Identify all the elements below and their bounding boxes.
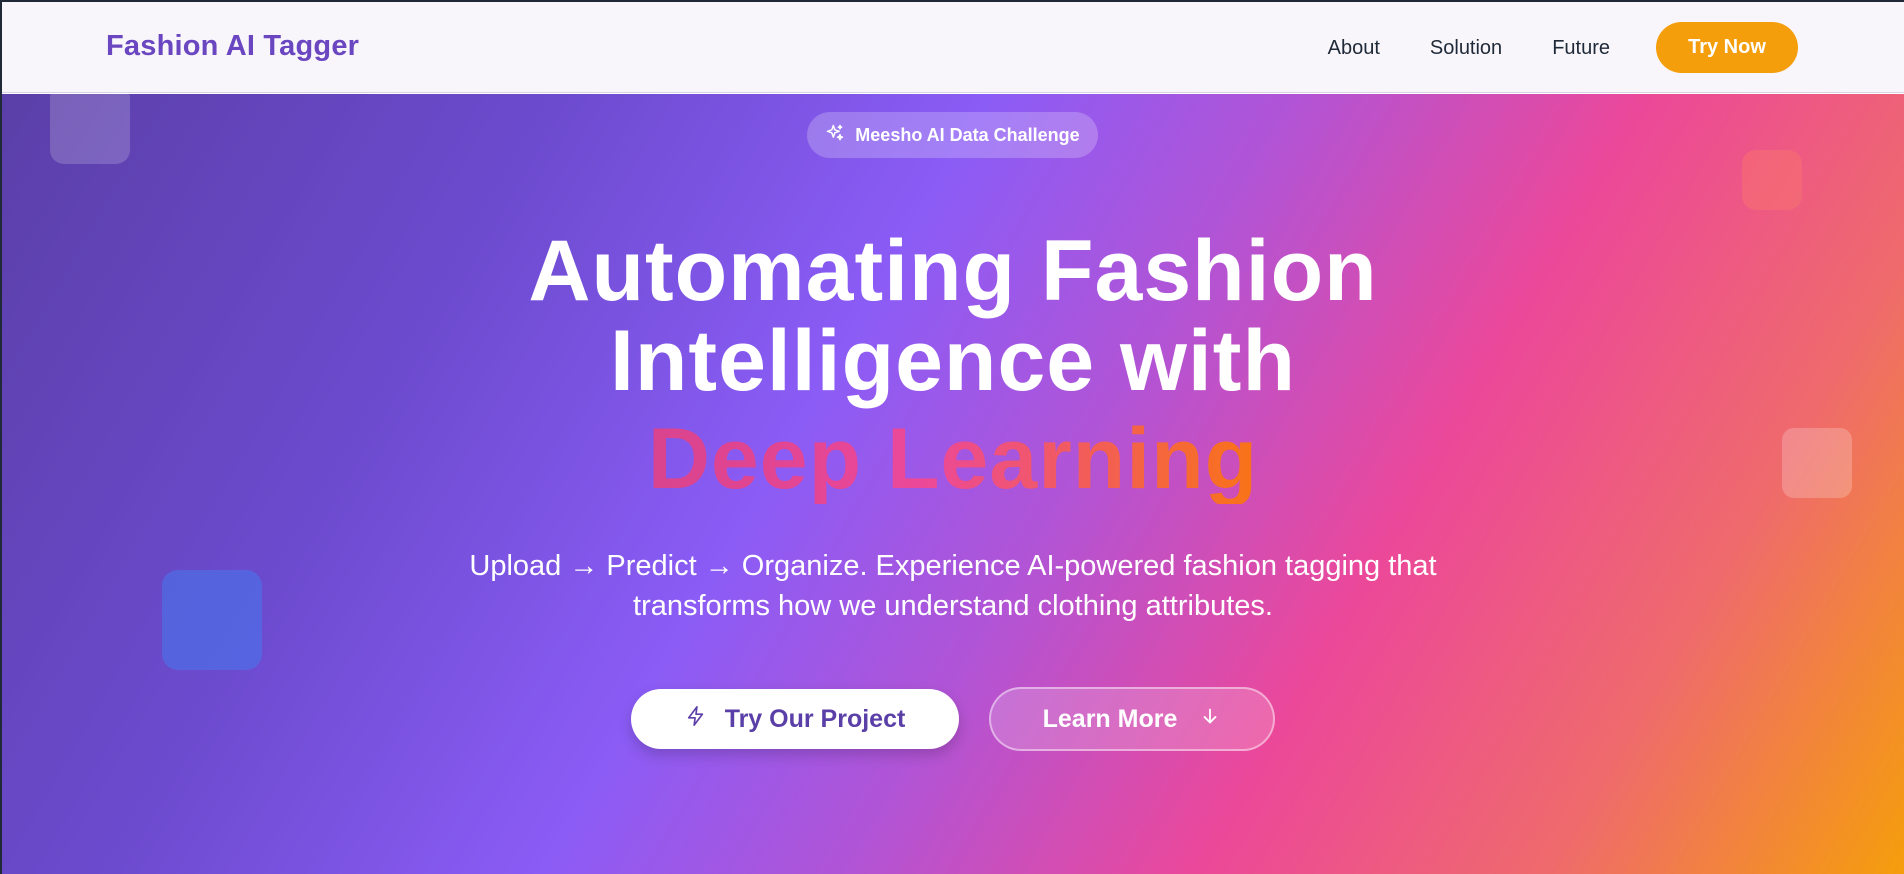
- headline-line-2: Intelligence with: [610, 313, 1296, 409]
- try-our-project-label: Try Our Project: [724, 704, 906, 733]
- nav-link-solution[interactable]: Solution: [1430, 23, 1502, 73]
- arrow-down-icon: [1199, 705, 1221, 734]
- browser-window: Fashion AI Tagger About Solution Future …: [0, 0, 1904, 874]
- badge-label: Meesho AI Data Challenge: [855, 124, 1080, 145]
- decorative-square: [1742, 150, 1802, 210]
- headline-line-1: Automating Fashion: [528, 223, 1378, 319]
- nav-links: About Solution Future Try Now: [1328, 22, 1798, 73]
- headline-highlight: Deep Learning: [647, 411, 1259, 507]
- sparkles-icon: [825, 123, 845, 148]
- learn-more-label: Learn More: [1042, 704, 1178, 733]
- try-now-button[interactable]: Try Now: [1656, 22, 1798, 73]
- subtitle-line-2: transforms how we understand clothing at…: [633, 590, 1273, 622]
- learn-more-button[interactable]: Learn More: [989, 687, 1275, 751]
- navbar: Fashion AI Tagger About Solution Future …: [2, 2, 1904, 93]
- hero-buttons: Try Our Project Learn More: [2, 687, 1904, 751]
- decorative-square: [50, 94, 130, 164]
- lightning-icon: [685, 705, 707, 734]
- subtitle-line-1: Upload → Predict → Organize. Experience …: [469, 550, 1437, 582]
- challenge-badge: Meesho AI Data Challenge: [807, 112, 1098, 158]
- hero-section: Meesho AI Data Challenge Automating Fash…: [2, 94, 1904, 874]
- hero-subtitle: Upload → Predict → Organize. Experience …: [2, 546, 1904, 626]
- nav-link-about[interactable]: About: [1328, 23, 1380, 73]
- try-our-project-button[interactable]: Try Our Project: [631, 689, 959, 749]
- brand-logo[interactable]: Fashion AI Tagger: [106, 30, 359, 63]
- nav-link-future[interactable]: Future: [1552, 23, 1610, 73]
- hero-headline: Automating Fashion Intelligence with Dee…: [2, 226, 1904, 504]
